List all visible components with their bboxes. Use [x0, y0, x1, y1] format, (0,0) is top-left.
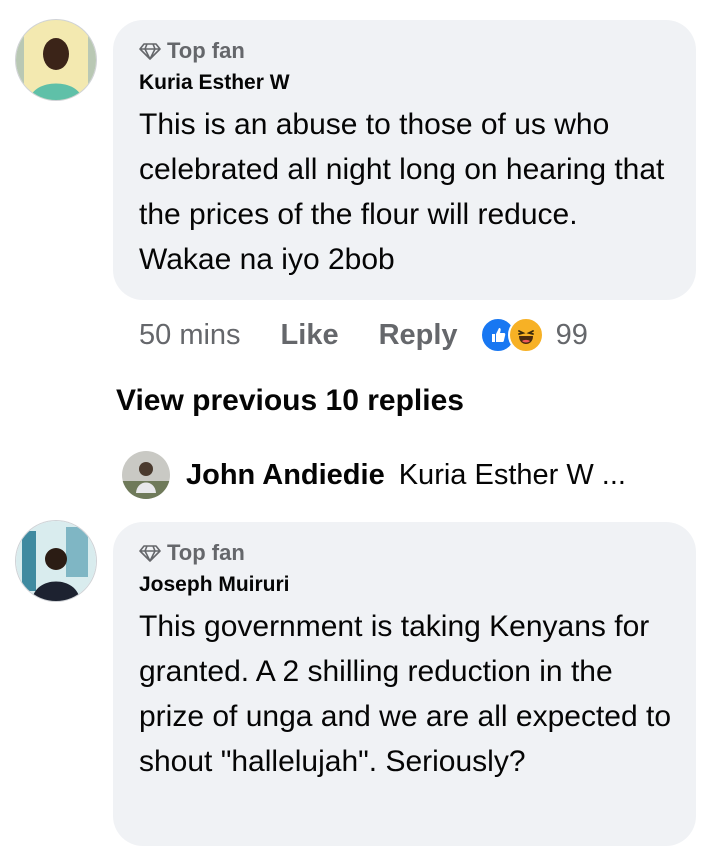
- reply-button[interactable]: Reply: [379, 319, 458, 352]
- comment-text: This is an abuse to those of us who cele…: [139, 108, 665, 276]
- top-fan-badge: Top fan: [139, 36, 672, 66]
- comment-author[interactable]: Joseph Muiruri: [139, 570, 672, 600]
- avatar[interactable]: [16, 521, 96, 601]
- avatar[interactable]: [16, 20, 96, 100]
- comment-bubble: Top fan Joseph Muiruri This government i…: [113, 522, 696, 846]
- reactions[interactable]: [479, 317, 544, 353]
- diamond-icon: [139, 545, 161, 562]
- profile-photo-icon: [122, 451, 170, 499]
- haha-reaction-icon: [507, 317, 544, 353]
- view-previous-replies-link[interactable]: View previous 10 replies: [116, 384, 464, 418]
- comment-timestamp[interactable]: 50 mins: [139, 319, 241, 352]
- comment-actions: 50 mins Like Reply 99: [139, 312, 588, 358]
- profile-photo-icon: [16, 20, 96, 100]
- reaction-count[interactable]: 99: [556, 319, 588, 352]
- comment-text: This government is taking Kenyans for gr…: [139, 610, 672, 778]
- comment-author[interactable]: Kuria Esther W: [139, 68, 672, 98]
- reply-preview-text: Kuria Esther W ...: [398, 458, 626, 491]
- comment-bubble: Top fan Kuria Esther W This is an abuse …: [113, 20, 696, 300]
- badge-label: Top fan: [167, 38, 245, 63]
- like-button[interactable]: Like: [281, 319, 339, 352]
- profile-photo-icon: [16, 521, 96, 601]
- top-fan-badge: Top fan: [139, 538, 672, 568]
- badge-label: Top fan: [167, 540, 245, 565]
- avatar[interactable]: [122, 451, 170, 499]
- diamond-icon: [139, 43, 161, 60]
- reply-preview-row[interactable]: John Andiedie Kuria Esther W ...: [122, 450, 702, 500]
- reply-author[interactable]: John Andiedie: [186, 459, 385, 492]
